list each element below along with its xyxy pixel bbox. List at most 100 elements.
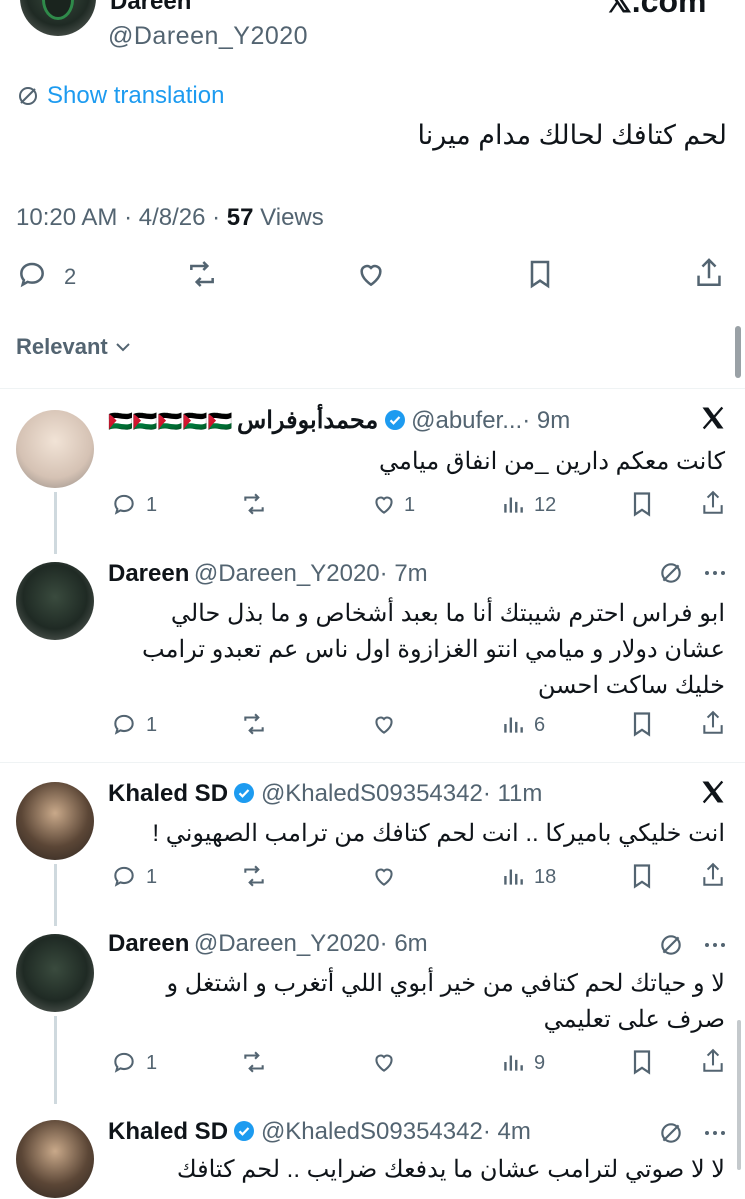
author-handle[interactable]: @Dareen_Y2020 (108, 22, 308, 51)
scrollbar[interactable] (735, 326, 741, 378)
avatar[interactable] (16, 934, 94, 1012)
reply-time[interactable]: · 9m (522, 407, 570, 434)
reply-icon[interactable] (110, 863, 138, 889)
retweet-icon[interactable] (238, 491, 270, 517)
verified-icon (232, 781, 256, 805)
thread-line (54, 1016, 57, 1104)
reply-time[interactable]: · 4m (483, 1118, 531, 1145)
like-icon[interactable] (354, 258, 388, 290)
reply-time[interactable]: · 6m (380, 930, 428, 957)
translate-icon[interactable] (658, 560, 684, 586)
reply-author-name[interactable]: محمدأبوفراس (237, 407, 378, 434)
reply-header: Dareen @Dareen_Y2020· 7m (108, 560, 428, 588)
reply-time[interactable]: · 11m (483, 780, 543, 807)
like-icon[interactable] (370, 711, 398, 737)
retweet-icon[interactable] (238, 1049, 270, 1075)
reply-header: 🇵🇸🇵🇸🇵🇸🇵🇸🇵🇸 محمدأبوفراس @abufer...· 9m (108, 406, 570, 435)
scrollbar-track[interactable] (737, 1020, 741, 1170)
reply-text-line: ابو فراس احترم شيبتك أنا ما بعبد أشخاص و… (170, 600, 725, 627)
reply-icon[interactable] (16, 258, 48, 290)
more-icon[interactable] (702, 560, 728, 586)
more-icon[interactable] (702, 1120, 728, 1146)
reply-text-line: عشان دولار و ميامي انتو الغزازوة اول ناس… (142, 636, 725, 663)
reply-author-handle[interactable]: @Dareen_Y2020 (194, 930, 380, 957)
like-icon[interactable] (370, 491, 398, 517)
reply-author-handle[interactable]: @KhaledS09354342 (261, 1118, 483, 1145)
like-count: 1 (404, 494, 416, 516)
views-icon[interactable] (500, 711, 526, 737)
views-icon[interactable] (500, 863, 526, 889)
reply-author-handle[interactable]: @Dareen_Y2020 (194, 560, 380, 587)
translate-icon (16, 84, 40, 108)
reply-text: ابو فراس احترم شيبتك أنا ما بعبد أشخاص و… (105, 596, 725, 704)
translate-icon[interactable] (658, 1120, 684, 1146)
chevron-down-icon (114, 341, 132, 353)
divider (0, 388, 745, 389)
avatar[interactable] (16, 410, 94, 488)
more-icon[interactable] (702, 932, 728, 958)
reply-author-name[interactable]: Dareen (108, 930, 189, 957)
reply-icon[interactable] (110, 711, 138, 737)
x-watermark: 𝕏.com (606, 0, 707, 19)
avatar[interactable] (16, 562, 94, 640)
reply-author-name[interactable]: Dareen (108, 560, 189, 587)
avatar[interactable] (16, 782, 94, 860)
reply-icon[interactable] (110, 1049, 138, 1075)
bookmark-icon[interactable] (630, 1048, 654, 1076)
bookmark-icon[interactable] (630, 862, 654, 890)
avatar[interactable] (16, 1120, 94, 1198)
like-icon[interactable] (370, 1049, 398, 1075)
views-label: Views (253, 204, 324, 231)
flags: 🇵🇸🇵🇸🇵🇸🇵🇸🇵🇸 (108, 411, 233, 433)
author-name[interactable]: Dareen (110, 0, 191, 16)
retweet-icon[interactable] (238, 711, 270, 737)
show-translation-link[interactable]: Show translation (47, 82, 224, 110)
reply-text-line: لا و حياتك لحم كتافي من خير أبوي اللي أت… (166, 970, 725, 997)
share-icon[interactable] (700, 488, 726, 518)
reply-count: 1 (146, 1052, 158, 1074)
reply-header: Khaled SD @KhaledS09354342· 11m (108, 780, 542, 808)
reply-count: 1 (146, 494, 158, 516)
reply-author-name[interactable]: Khaled SD (108, 780, 228, 807)
divider (0, 762, 745, 763)
thread-line (54, 492, 57, 554)
share-icon[interactable] (700, 860, 726, 890)
views-count: 57 (226, 204, 254, 231)
views-count: 12 (534, 494, 557, 516)
views-count: 6 (534, 714, 546, 736)
sort-label: Relevant (16, 334, 108, 359)
reply-author-handle[interactable]: @abufer... (411, 407, 522, 434)
reply-count: 1 (146, 714, 158, 736)
reply-header: Dareen @Dareen_Y2020· 6m (108, 930, 428, 958)
retweet-icon[interactable] (184, 258, 220, 290)
post-text: لحم كتافك لحالك مدام ميرنا (417, 120, 728, 150)
retweet-icon[interactable] (238, 863, 270, 889)
bookmark-icon[interactable] (630, 490, 654, 518)
x-logo-icon[interactable] (698, 404, 728, 432)
avatar[interactable] (20, 0, 96, 36)
reply-author-handle[interactable]: @KhaledS09354342 (261, 780, 483, 807)
bookmark-icon[interactable] (630, 710, 654, 738)
share-icon[interactable] (700, 708, 726, 738)
post-time[interactable]: 10:20 AM · 4/8/26 · (16, 204, 227, 231)
reply-count: 1 (146, 866, 158, 888)
x-logo-icon[interactable] (698, 778, 728, 806)
reply-icon[interactable] (110, 491, 138, 517)
views-icon[interactable] (500, 1049, 526, 1075)
reply-header: Khaled SD @KhaledS09354342· 4m (108, 1118, 531, 1146)
reply-text: انت خليكي باميركا .. انت لحم كتافك من تر… (152, 820, 725, 847)
translate-icon[interactable] (658, 932, 684, 958)
like-icon[interactable] (370, 863, 398, 889)
reply-author-name[interactable]: Khaled SD (108, 1118, 228, 1145)
reply-time[interactable]: · 7m (380, 560, 428, 587)
reply-count: 2 (64, 264, 77, 289)
post-meta: 10:20 AM · 4/8/26 · 57 Views (16, 204, 324, 232)
verified-icon (383, 408, 407, 432)
sort-dropdown[interactable]: Relevant (16, 334, 132, 360)
views-icon[interactable] (500, 491, 526, 517)
views-count: 18 (534, 866, 557, 888)
bookmark-icon[interactable] (526, 258, 554, 290)
share-icon[interactable] (693, 256, 725, 290)
share-icon[interactable] (700, 1046, 726, 1076)
reply-text-line: خليك ساكت احسن (537, 672, 725, 699)
